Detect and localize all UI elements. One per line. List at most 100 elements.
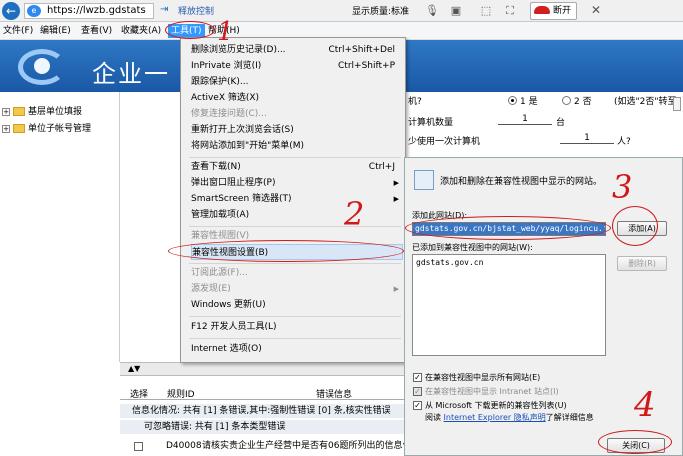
menu-item-f12-tools[interactable]: F12 开发人员工具(L) (191, 319, 403, 335)
user-count-input[interactable]: 1 (560, 133, 614, 144)
menu-item-label: SmartScreen 筛选器(T) (191, 194, 292, 204)
menu-favorites[interactable]: 收藏夹(A) (121, 24, 161, 38)
submenu-arrow-icon: ▶ (393, 195, 399, 203)
annotation-step-2: 2 (344, 195, 365, 233)
menu-item-fix-connection: 修复连接问题(C)... (191, 109, 267, 119)
menu-separator (189, 338, 401, 339)
vertical-scrollbar[interactable] (673, 97, 681, 111)
row-checkbox[interactable] (134, 442, 143, 451)
list-item[interactable]: gdstats.gov.cn (416, 258, 602, 267)
sidebar-lower (0, 362, 120, 456)
close-icon[interactable]: ✕ (588, 3, 604, 18)
question-1-text: 机? (408, 97, 422, 107)
row-rule-id: D40008 (166, 441, 202, 451)
grid-header: 选择 规则ID 错误信息 (120, 384, 404, 400)
menu-item-reopen-session[interactable]: 重新打开上次浏览会话(S) (191, 122, 403, 138)
menu-item-label: 查看下载(N) (191, 162, 241, 172)
annotation-circle-tools (165, 21, 215, 39)
menu-item-smartscreen[interactable]: SmartScreen 筛选器(T) ▶ (191, 191, 403, 207)
radio-yes-label: 1 是 (520, 97, 538, 107)
privacy-read-line: 阅读 Internet Explorer 隐私声明了解详细信息 (425, 412, 594, 423)
url-field[interactable]: https://lwzb.gdstats (24, 3, 154, 19)
dialog-title: 添加和删除在兼容性视图中显示的网站。 (440, 177, 603, 187)
menu-item-shortcut: Ctrl+Shift+Del (328, 45, 395, 55)
summary-row: 信息化情况: 共有 [1] 条错误,其中:强制性错误 [0] 条,核实性错误 (120, 404, 404, 418)
question-2-label: 计算机数量 (408, 118, 454, 128)
sidebar-item-subaccount[interactable]: + 单位子帐号管理 (2, 122, 91, 136)
radio-no-label: 2 否 (574, 97, 592, 107)
ie-logo-icon: e (27, 5, 41, 17)
radio-yes[interactable] (508, 96, 517, 105)
camera-icon[interactable]: ▣ (448, 3, 464, 18)
sidebar-item-report[interactable]: + 基层单位填报 (2, 105, 82, 119)
menu-item-label: InPrivate 浏览(I) (191, 61, 262, 71)
grid-toolbar (120, 362, 404, 376)
menu-file[interactable]: 文件(F) (3, 24, 33, 38)
menu-item-inprivate[interactable]: InPrivate 浏览(I) Ctrl+Shift+P (191, 58, 403, 74)
expand-icon[interactable]: + (2, 125, 10, 133)
checkbox-all-sites-label: 在兼容性视图中显示所有网站(E) (425, 373, 541, 382)
checkbox-all-sites[interactable]: ✓ (413, 373, 422, 382)
sidebar-item-label: 基层单位填报 (28, 107, 83, 117)
site-logo-inner (34, 58, 50, 74)
phone-hangup-icon (534, 6, 550, 14)
menu-item-label: 弹出窗口阻止程序(P) (191, 178, 276, 188)
mic-icon[interactable]: 🎙 (424, 3, 440, 18)
menu-item-manage-addons[interactable]: 管理加载项(A) (191, 207, 403, 223)
menu-edit[interactable]: 编辑(E) (40, 24, 71, 38)
table-row[interactable]: D40008 请核实贵企业生产经营中是否有06题所列出的信息化 (120, 438, 404, 454)
annotation-step-1: 1 (217, 17, 234, 47)
menu-item-feed-discovery: 源发现(E) ▶ (191, 281, 403, 297)
question-2-unit: 台 (556, 118, 566, 128)
privacy-suffix: 了解详细信息 (545, 413, 594, 422)
col-error-info: 错误信息 (316, 390, 353, 400)
menu-item-activex-filter[interactable]: ActiveX 筛选(X) (191, 90, 403, 106)
folder-icon (13, 124, 25, 133)
menu-item-label: 源发现(E) (191, 284, 231, 294)
expand-icon[interactable]: + (2, 108, 10, 116)
menu-separator (189, 263, 401, 264)
radio-no[interactable] (562, 96, 571, 105)
added-sites-list[interactable]: gdstats.gov.cn (412, 254, 606, 356)
sub-summary-row: 可忽略错误: 共有 [1] 条本类型错误 (120, 420, 404, 434)
menu-item-downloads[interactable]: 查看下载(N) Ctrl+J (191, 159, 403, 175)
compat-view-icon (414, 170, 434, 190)
window-icon[interactable]: ⬚ (478, 3, 494, 18)
banner-title: 企业一 (92, 60, 170, 88)
menu-separator (189, 316, 401, 317)
submenu-arrow-icon: ▶ (393, 285, 399, 293)
release-control-link[interactable]: 释放控制 (178, 4, 214, 17)
menu-item-popup-blocker[interactable]: 弹出窗口阻止程序(P) ▶ (191, 175, 403, 191)
sidebar-item-label: 单位子帐号管理 (28, 124, 92, 134)
menu-item-add-to-start[interactable]: 将网站添加到"开始"菜单(M) (191, 138, 403, 154)
menu-view[interactable]: 查看(V) (81, 24, 112, 38)
col-select: 选择 (130, 390, 149, 400)
menu-separator (189, 157, 401, 158)
menu-separator (189, 226, 401, 227)
col-rule-id: 规则ID (167, 390, 195, 400)
added-sites-label: 已添加到兼容性视图中的网站(W): (412, 243, 533, 252)
privacy-link[interactable]: Internet Explorer 隐私声明 (444, 413, 546, 422)
remove-button: 删除(R) (617, 256, 667, 271)
annotation-step-4: 4 (634, 385, 656, 425)
menu-item-windows-update[interactable]: Windows 更新(U) (191, 297, 403, 313)
menu-item-label: 删除浏览历史记录(D)... (191, 45, 286, 55)
checkbox-intranet: ✓ (413, 387, 422, 396)
quality-dropdown[interactable]: 显示质量:标准 (352, 4, 409, 17)
checkbox-download-list[interactable]: ✓ (413, 401, 422, 410)
menu-item-shortcut: Ctrl+J (368, 162, 395, 172)
tools-menu: 删除浏览历史记录(D)... Ctrl+Shift+Del InPrivate 浏… (180, 37, 406, 363)
menu-item-subscribe-feed: 订阅此源(F)... (191, 268, 248, 278)
collapse-arrows-icon[interactable]: ▲▼ (128, 364, 140, 373)
checkbox-download-list-label: 从 Microsoft 下载更新的兼容性列表(U) (425, 401, 567, 410)
back-icon[interactable]: ← (2, 2, 20, 20)
fullscreen-icon[interactable]: ⛶ (502, 3, 518, 18)
annotation-circle-site-input (405, 216, 611, 240)
menu-item-tracking-protection[interactable]: 跟踪保护(K)... (191, 74, 403, 90)
annotation-circle-add (612, 206, 658, 246)
menu-item-internet-options[interactable]: Internet 选项(O) (191, 341, 403, 357)
checkbox-intranet-label: 在兼容性视图中显示 Intranet 站点(I) (425, 387, 559, 396)
computer-count-input[interactable]: 1 (498, 114, 552, 125)
question-3-unit: 人? (617, 137, 631, 147)
annotation-circle-close (598, 430, 672, 454)
